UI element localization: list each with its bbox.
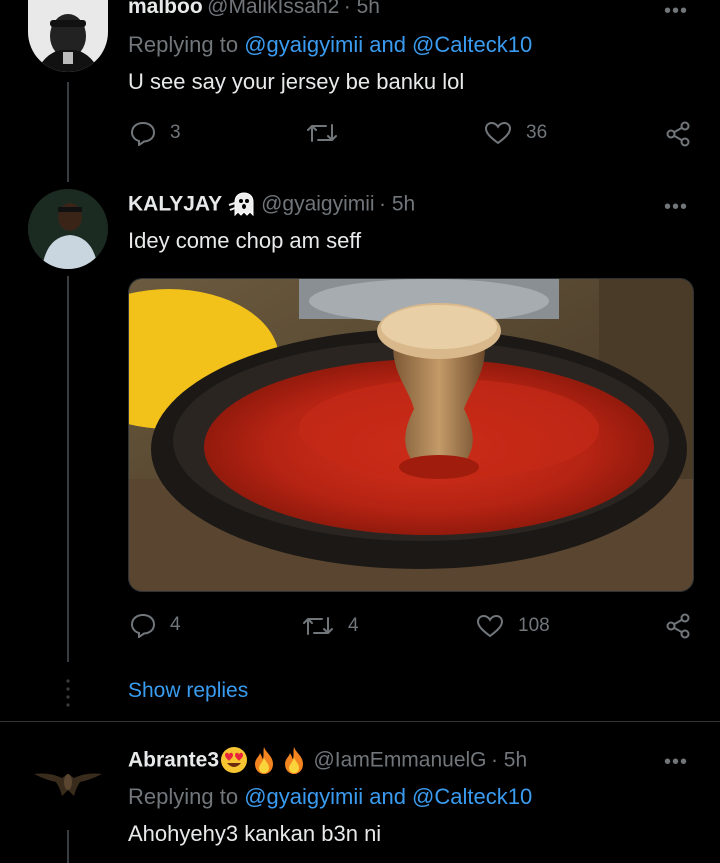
fire-emoji-icon: [249, 745, 279, 780]
tweet-header: KALYJAY @gyaigyimii · 5h: [128, 191, 415, 222]
retweet-button[interactable]: 4: [302, 614, 359, 638]
like-count: 108: [518, 615, 550, 636]
more-options-icon[interactable]: •••: [664, 197, 688, 217]
reply-icon: [130, 613, 156, 638]
tweet-header: malboo @MalikIssah2 · 5h: [128, 0, 380, 19]
tweet-header: Abrante3 @IamEmmanuelG · 5h: [128, 745, 527, 780]
heart-eyes-emoji-icon: [219, 746, 249, 779]
retweet-icon: [303, 617, 333, 635]
avatar-abrante3[interactable]: [28, 744, 108, 824]
replying-to: Replying to @gyaigyimii and @Calteck10: [128, 32, 533, 57]
user-handle[interactable]: @IamEmmanuelG: [313, 749, 486, 772]
replying-to: Replying to @gyaigyimii and @Calteck10: [128, 784, 533, 809]
divider: [0, 721, 720, 722]
share-icon: [666, 613, 690, 639]
retweet-button[interactable]: [306, 121, 352, 145]
timestamp[interactable]: · 5h: [379, 193, 415, 216]
tweet-text: Ahohyehy3 kankan b3n ni: [128, 821, 382, 846]
reply-button[interactable]: 3: [130, 120, 181, 146]
retweet-icon: [307, 124, 337, 142]
share-icon: [666, 121, 690, 147]
display-name[interactable]: KALYJAY: [128, 193, 222, 216]
fire-emoji-icon: [279, 745, 309, 780]
show-replies-link[interactable]: Show replies: [128, 679, 248, 703]
share-button[interactable]: [664, 120, 692, 153]
tweet-text: U see say your jersey be banku lol: [128, 69, 465, 94]
tweet-text: Idey come chop am seff: [128, 228, 362, 253]
reply-button[interactable]: 4: [130, 612, 181, 638]
like-count: 36: [526, 122, 548, 143]
timestamp[interactable]: · 5h: [491, 749, 527, 772]
like-button[interactable]: 108: [476, 614, 550, 638]
thread-line: [67, 276, 69, 662]
thread-line: [67, 82, 69, 182]
user-handle[interactable]: @MalikIssah2: [207, 0, 339, 18]
user-handle[interactable]: @gyaigyimii: [261, 193, 375, 216]
reply-count: 3: [170, 122, 181, 143]
reply-icon: [130, 121, 156, 146]
heart-icon: [484, 121, 512, 145]
thread-line: [67, 830, 69, 863]
display-name[interactable]: malboo: [128, 0, 203, 18]
retweet-count: 4: [348, 615, 359, 636]
replying-to-users-link[interactable]: @gyaigyimii and @Calteck10: [244, 32, 532, 57]
share-button[interactable]: [664, 612, 692, 645]
replying-to-users-link[interactable]: @gyaigyimii and @Calteck10: [244, 784, 532, 809]
display-name[interactable]: Abrante3: [128, 749, 219, 772]
avatar-malboo[interactable]: [28, 0, 108, 72]
thread-dots-icon: [66, 678, 70, 713]
tweet-media-image[interactable]: [128, 278, 694, 592]
like-button[interactable]: 36: [484, 121, 547, 145]
more-options-icon[interactable]: •••: [664, 752, 688, 772]
heart-icon: [476, 614, 504, 638]
reply-count: 4: [170, 614, 181, 635]
timestamp[interactable]: · 5h: [344, 0, 380, 18]
avatar-kalyjay[interactable]: [28, 189, 108, 269]
more-options-icon[interactable]: •••: [664, 1, 688, 21]
ghost-emoji-icon: [227, 191, 257, 222]
